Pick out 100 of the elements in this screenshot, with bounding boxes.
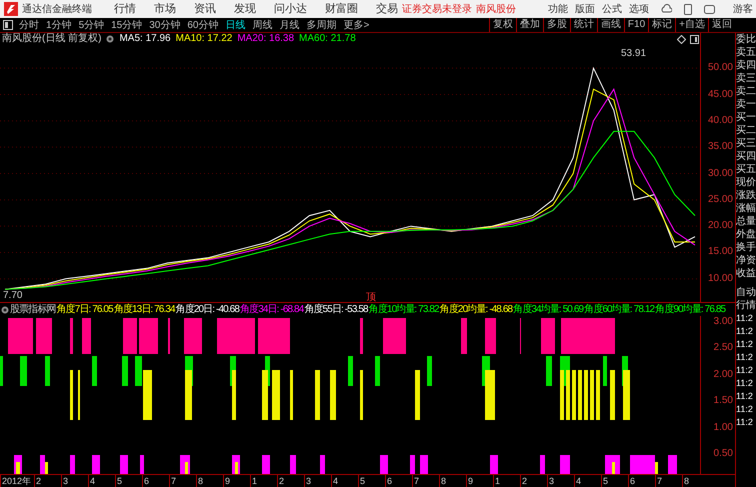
quote-label: 卖三 <box>736 72 756 85</box>
indicator-axis-label: 2.00 <box>714 370 733 380</box>
ma-legend: MA10: 17.22 <box>176 33 232 45</box>
price-axis-label: 25.00 <box>708 194 733 205</box>
x-axis-label: 1 <box>493 475 520 487</box>
top-marker: 顶 <box>366 291 376 304</box>
panel-icon[interactable] <box>690 35 699 44</box>
menu-item[interactable]: 发现 <box>234 0 256 18</box>
indicator-title: 股票指标网 <box>10 303 56 316</box>
period-tab[interactable]: 多周期 <box>306 18 336 32</box>
x-axis-label: 8 <box>196 475 223 487</box>
chart-tool-button[interactable]: 画线 <box>596 18 624 32</box>
price-axis-label: 10.00 <box>708 274 733 284</box>
period-tab[interactable]: 30分钟 <box>149 18 180 32</box>
chart-tool-button[interactable]: 多股 <box>542 18 570 32</box>
quote-label: 买一 <box>736 111 756 124</box>
chart-tool-button[interactable]: 返回 <box>708 18 735 32</box>
diamond-icon[interactable] <box>677 35 686 44</box>
indicator-readout: 角度10均量: 73.82 <box>368 303 439 316</box>
period-tab[interactable]: 日线 <box>226 18 246 32</box>
indicator-readout: 角度7日: 76.05 <box>56 303 113 316</box>
toolbar-item[interactable]: 选项 <box>629 2 649 16</box>
menu-item[interactable]: 市场 <box>154 0 176 18</box>
x-axis-label: 7 <box>169 475 196 487</box>
user-name[interactable]: 游客 <box>733 2 753 16</box>
menu-item[interactable]: 问小达 <box>274 0 307 18</box>
chart-tool-button[interactable]: +自选 <box>675 18 708 32</box>
x-axis-label: 5 <box>601 475 628 487</box>
chart-tool-button[interactable]: 复权 <box>488 18 516 32</box>
period-tab[interactable]: 15分钟 <box>111 18 142 32</box>
x-axis-label: 6 <box>628 475 655 487</box>
settings-icon[interactable] <box>1 306 9 314</box>
quote-label: 总量 <box>736 215 756 228</box>
menu-item[interactable]: 交易 <box>376 0 398 18</box>
trade-time: 11:2 <box>736 351 754 364</box>
trade-time: 11:2 <box>736 338 754 351</box>
x-axis-label: 2 <box>520 475 547 487</box>
indicator-readout: 角度90均量: 76.85 <box>655 303 726 316</box>
stock-link[interactable]: 南风股份 <box>476 2 516 16</box>
x-axis-label: 8 <box>682 475 709 487</box>
quote-label: 买四 <box>736 150 756 163</box>
indicator-axis-label: 2.50 <box>714 343 733 354</box>
x-axis-label: 9 <box>466 475 493 487</box>
logo-icon <box>4 2 18 16</box>
indicator-readout: 角度60均量: 78.12 <box>584 303 654 316</box>
panel-toggle-icon[interactable] <box>3 20 13 30</box>
period-tab[interactable]: 60分钟 <box>187 18 218 32</box>
quote-label: 涨跌 <box>736 189 756 202</box>
more-link[interactable]: 更多> <box>344 18 370 32</box>
toolbar-item[interactable]: 功能 <box>548 2 568 16</box>
trade-time: 11:2 <box>736 312 754 325</box>
login-status[interactable]: 证券交易未登录 <box>402 2 472 16</box>
price-axis-label: 20.00 <box>708 221 733 232</box>
x-axis-label: 6 <box>142 475 169 487</box>
price-axis-label: 15.00 <box>708 247 733 258</box>
chart-tool-button[interactable]: 统计 <box>570 18 597 32</box>
price-axis-label: 40.00 <box>708 116 733 126</box>
indicator-axis-label: 0.50 <box>714 449 733 459</box>
quote-label: 涨幅 <box>736 202 756 215</box>
quote-label: 卖四 <box>736 59 756 72</box>
period-tab[interactable]: 分时 <box>19 18 39 32</box>
x-axis-label: 8 <box>439 475 466 487</box>
trade-time: 11:2 <box>736 390 754 403</box>
trade-time: 11:2 <box>736 416 754 429</box>
period-tab[interactable]: 月线 <box>280 18 300 32</box>
quote-label: 卖一 <box>736 98 756 111</box>
x-axis-label: 2 <box>277 475 304 487</box>
period-tab[interactable]: 5分钟 <box>78 18 104 32</box>
cloud-icon[interactable] <box>661 4 672 14</box>
chart-tool-button[interactable]: 叠加 <box>516 18 543 32</box>
x-axis-label: 5 <box>115 475 142 487</box>
x-axis-label: 4 <box>88 475 115 487</box>
chart-tool-button[interactable]: F10 <box>624 18 648 32</box>
period-tab[interactable]: 周线 <box>252 18 272 32</box>
menu-item[interactable]: 行情 <box>114 0 136 18</box>
phone-icon[interactable] <box>684 4 692 14</box>
line-series <box>4 130 696 290</box>
indicator-readout: 角度55日: -53.58 <box>304 303 368 316</box>
indicator-axis-label: 3.00 <box>714 317 733 327</box>
period-tab[interactable]: 1分钟 <box>46 18 72 32</box>
app-title: 通达信金融终端 <box>22 2 92 16</box>
quote-label: 卖二 <box>736 85 756 98</box>
menu-item[interactable]: 资讯 <box>194 0 216 18</box>
max-price-label: 53.91 <box>621 47 646 61</box>
toolbar-item[interactable]: 公式 <box>602 2 622 16</box>
quote-label: 收益 <box>736 267 756 280</box>
x-axis-label: 2 <box>34 475 61 487</box>
x-axis-label: 7 <box>412 475 439 487</box>
trade-time: 11:2 <box>736 377 754 390</box>
message-icon[interactable] <box>704 4 715 14</box>
toolbar-item[interactable]: 版面 <box>575 2 595 16</box>
indicator-axis-label: 1.50 <box>714 396 733 406</box>
quote-label: 外盘 <box>736 228 756 241</box>
menu-item[interactable]: 财富圈 <box>325 0 358 18</box>
chart-tool-button[interactable]: 标记 <box>648 18 676 32</box>
quote-label: 买二 <box>736 124 756 137</box>
settings-icon[interactable] <box>106 35 114 43</box>
price-axis-label: 50.00 <box>708 63 733 74</box>
x-axis-label: 5 <box>358 475 385 487</box>
x-axis-label: 3 <box>547 475 574 487</box>
